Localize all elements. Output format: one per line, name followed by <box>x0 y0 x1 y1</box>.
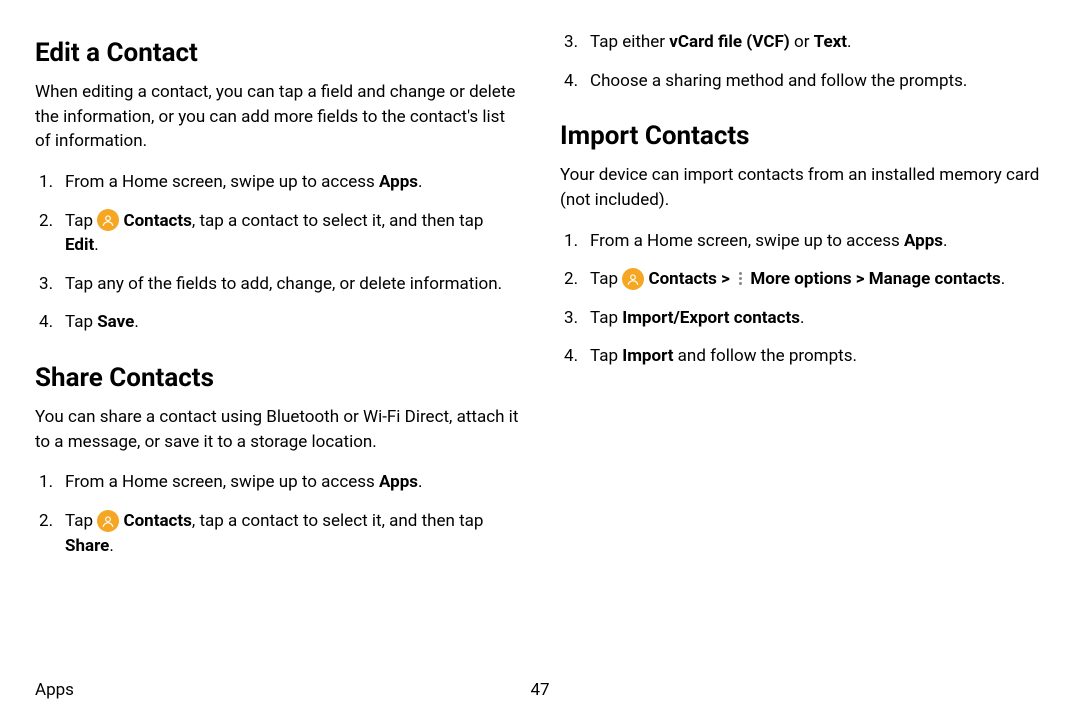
heading-share-contacts: Share Contacts <box>35 363 520 393</box>
step-item: Tap Import/Export contacts. <box>560 306 1045 331</box>
intro-edit-contact: When editing a contact, you can tap a fi… <box>35 80 520 154</box>
intro-import-contacts: Your device can import contacts from an … <box>560 163 1045 212</box>
step-item: Tap Contacts > More options > Manage con… <box>560 267 1045 292</box>
step-item: Tap Contacts, tap a contact to select it… <box>35 509 520 558</box>
step-item: From a Home screen, swipe up to access A… <box>35 470 520 495</box>
step-item: Tap Save. <box>35 310 520 335</box>
step-item: From a Home screen, swipe up to access A… <box>35 170 520 195</box>
step-item: Tap any of the fields to add, change, or… <box>35 272 520 297</box>
footer-section-label: Apps <box>35 680 74 700</box>
step-item: Tap Import and follow the prompts. <box>560 344 1045 369</box>
step-item: Choose a sharing method and follow the p… <box>560 69 1045 94</box>
heading-import-contacts: Import Contacts <box>560 121 1045 151</box>
intro-share-contacts: You can share a contact using Bluetooth … <box>35 405 520 454</box>
footer: Apps 47 <box>35 680 1045 700</box>
step-item: From a Home screen, swipe up to access A… <box>560 229 1045 254</box>
heading-edit-contact: Edit a Contact <box>35 38 520 68</box>
steps-import-contacts: From a Home screen, swipe up to access A… <box>560 229 1045 370</box>
contacts-icon <box>97 510 119 532</box>
left-column: Edit a Contact When editing a contact, y… <box>35 30 520 572</box>
step-item: Tap either vCard file (VCF) or Text. <box>560 30 1045 55</box>
steps-share-contacts: From a Home screen, swipe up to access A… <box>35 470 520 558</box>
contacts-icon <box>97 209 119 231</box>
footer-page-number: 47 <box>530 680 549 700</box>
right-column: Tap either vCard file (VCF) or Text. Cho… <box>560 30 1045 572</box>
step-item: Tap Contacts, tap a contact to select it… <box>35 209 520 258</box>
steps-edit-contact: From a Home screen, swipe up to access A… <box>35 170 520 335</box>
more-options-icon <box>734 270 746 288</box>
steps-share-continued: Tap either vCard file (VCF) or Text. Cho… <box>560 30 1045 93</box>
contacts-icon <box>622 268 644 290</box>
